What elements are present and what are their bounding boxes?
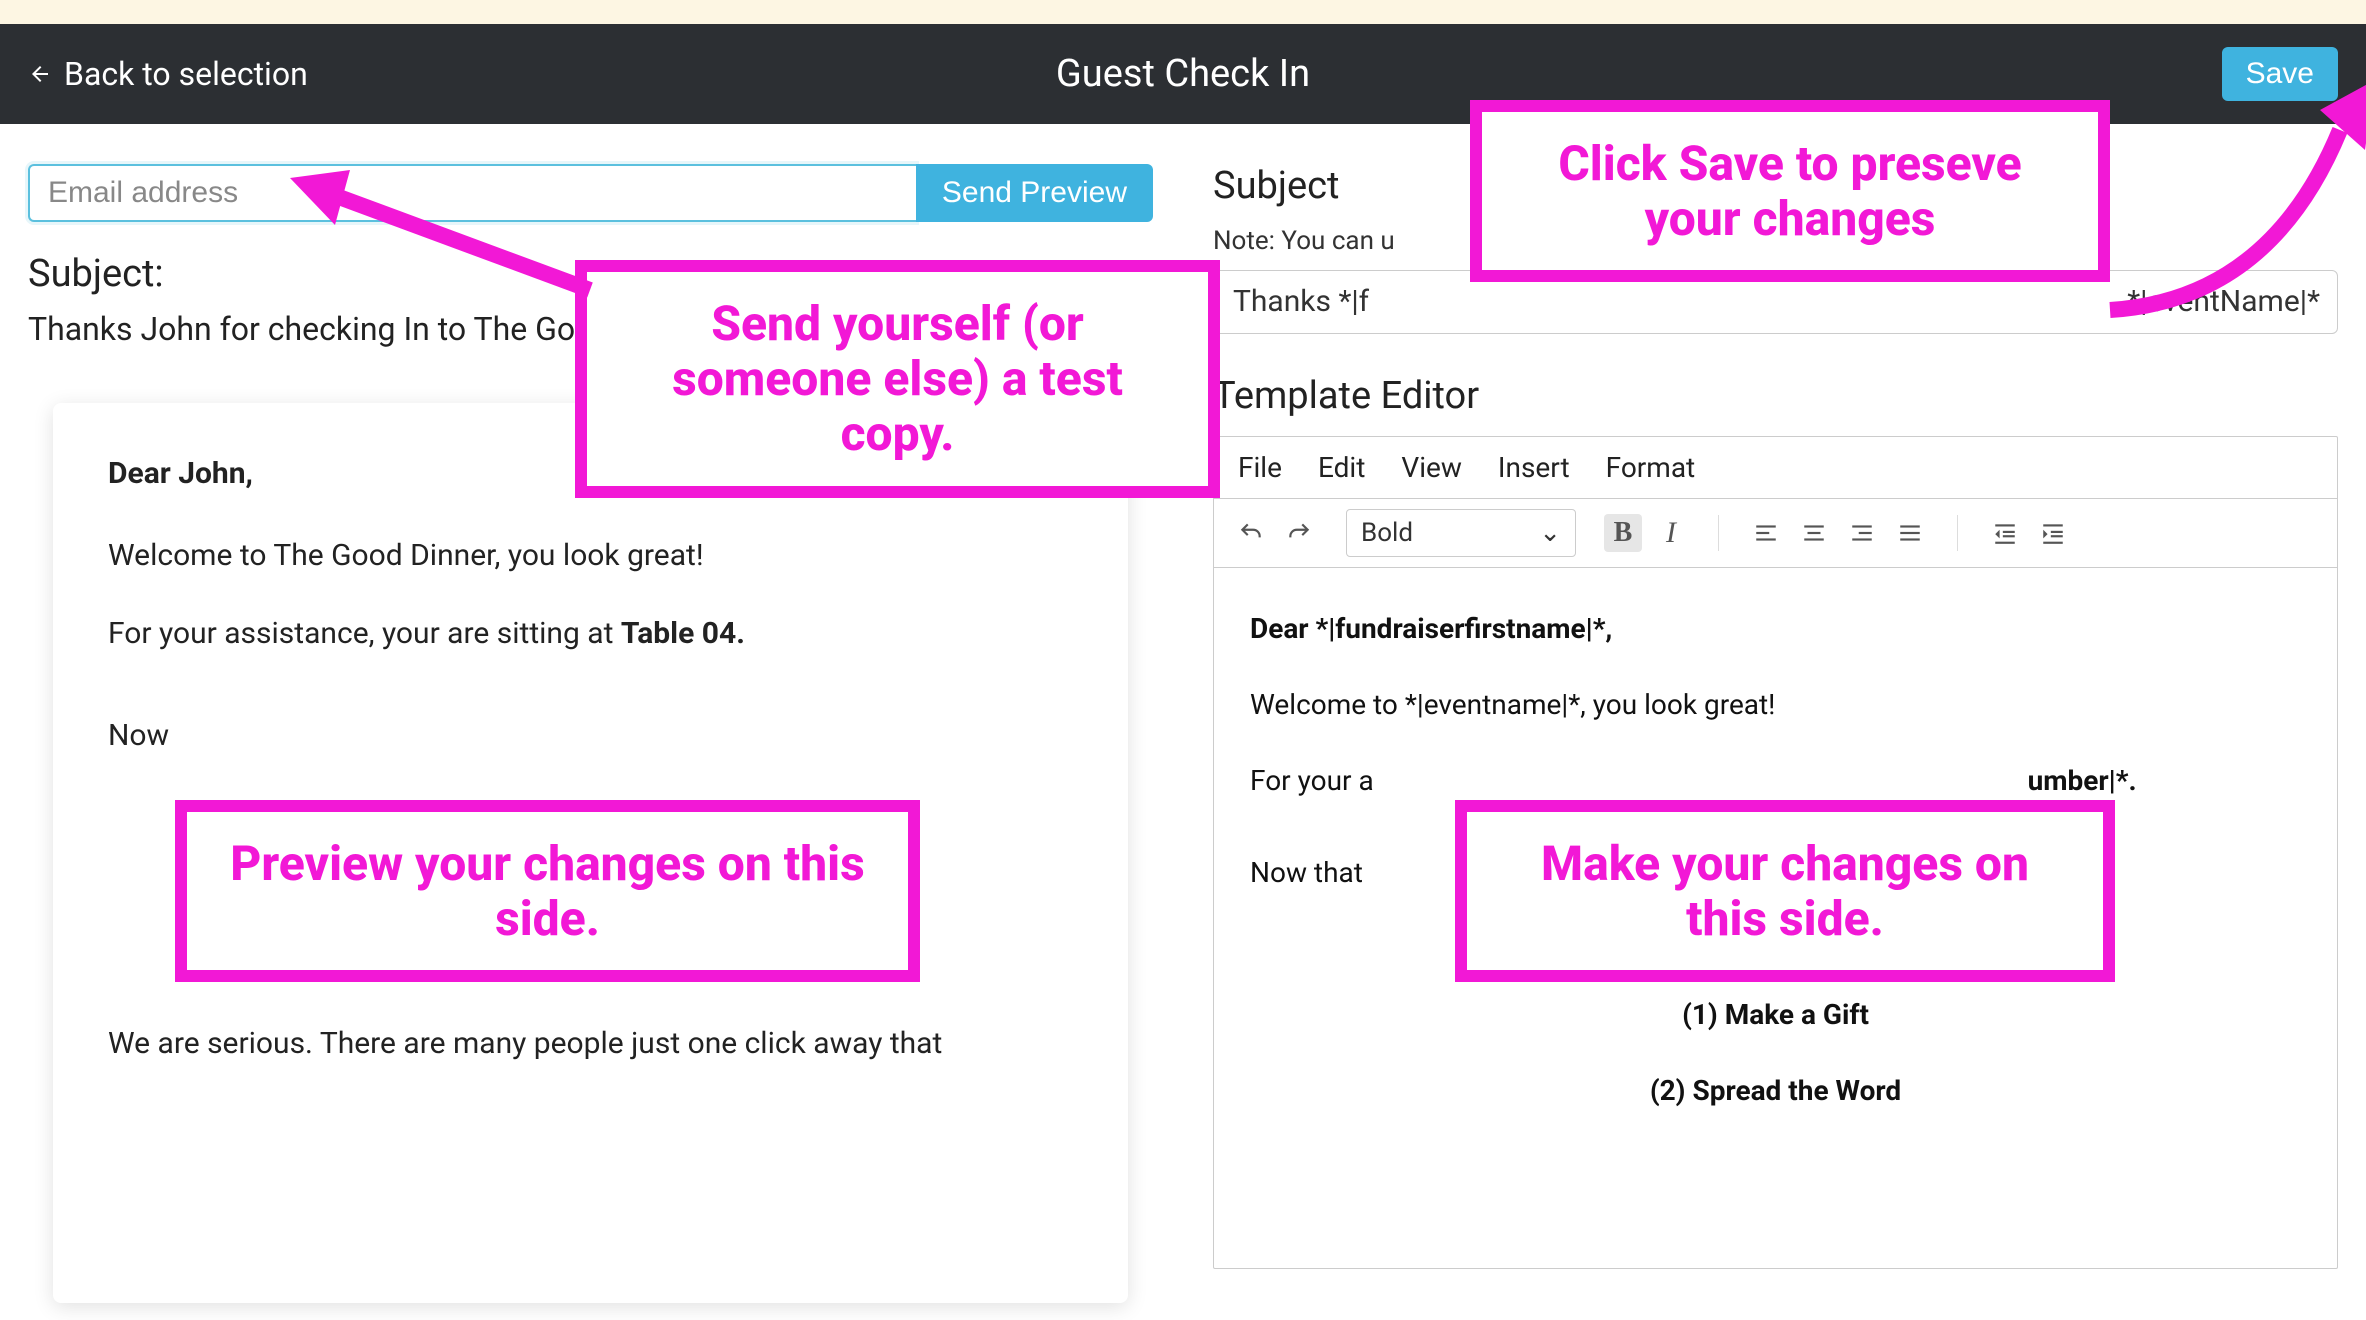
preview-line1: Welcome to The Good Dinner, you look gre…	[108, 535, 1073, 577]
subject-input-text-end: *|eventName|*	[2127, 284, 2320, 319]
annotation-save: Click Save to preseve your changes	[1470, 100, 2110, 282]
preview-line3: Now	[108, 715, 1073, 757]
align-justify-button[interactable]	[1891, 514, 1929, 552]
editor-toolbar: Bold ⌄ B I	[1214, 499, 2337, 568]
redo-button[interactable]	[1280, 514, 1318, 552]
editor-line2: For your a umber|*.	[1250, 760, 2301, 802]
send-preview-row: Send Preview	[28, 164, 1153, 222]
align-right-button[interactable]	[1843, 514, 1881, 552]
editor-item1: (1) Make a Gift	[1250, 994, 2301, 1036]
font-style-value: Bold	[1361, 518, 1413, 548]
subject-input-text-start: Thanks *|f	[1233, 284, 1369, 319]
send-preview-button[interactable]: Send Preview	[916, 164, 1153, 222]
annotation-send-preview: Send yourself (or someone else) a test c…	[575, 260, 1220, 498]
outdent-button[interactable]	[1986, 514, 2024, 552]
bold-button[interactable]: B	[1604, 514, 1642, 552]
back-label: Back to selection	[64, 55, 308, 93]
undo-button[interactable]	[1232, 514, 1270, 552]
editor-menu-bar: File Edit View Insert Format	[1214, 437, 2337, 499]
preview-footer: We are serious. There are many people ju…	[108, 1023, 1073, 1065]
editor-line2-pre: For your a	[1250, 764, 1374, 797]
preview-line2: For your assistance, your are sitting at…	[108, 613, 1073, 655]
preview-line2-pre: For your assistance, your are sitting at	[108, 616, 621, 651]
annotation-edit-side: Make your changes on this side.	[1455, 800, 2115, 982]
chevron-down-icon: ⌄	[1539, 518, 1561, 548]
editor-greeting: Dear *|fundraiserfirstname|*,	[1250, 608, 2301, 650]
annotation-preview-side: Preview your changes on this side.	[175, 800, 920, 982]
editor-column: Subject Note: You can u Thanks *|f *|eve…	[1213, 164, 2338, 1320]
menu-insert[interactable]: Insert	[1498, 451, 1570, 484]
back-to-selection-link[interactable]: Back to selection	[28, 55, 308, 93]
editor-item2: (2) Spread the Word	[1250, 1070, 2301, 1112]
toolbar-divider	[1957, 515, 1958, 551]
menu-file[interactable]: File	[1238, 451, 1282, 484]
save-button[interactable]: Save	[2222, 47, 2338, 101]
indent-button[interactable]	[2034, 514, 2072, 552]
template-editor-label: Template Editor	[1213, 374, 2338, 418]
menu-edit[interactable]: Edit	[1318, 451, 1365, 484]
preview-line2-bold: Table 04.	[621, 616, 745, 651]
page-title: Guest Check In	[1056, 52, 1310, 96]
toolbar-divider	[1718, 515, 1719, 551]
italic-button[interactable]: I	[1652, 514, 1690, 552]
align-center-button[interactable]	[1795, 514, 1833, 552]
font-style-select[interactable]: Bold ⌄	[1346, 509, 1576, 557]
arrow-left-icon	[28, 62, 52, 86]
align-left-button[interactable]	[1747, 514, 1785, 552]
notification-strip	[0, 0, 2366, 24]
menu-view[interactable]: View	[1401, 451, 1462, 484]
menu-format[interactable]: Format	[1606, 451, 1696, 484]
editor-line1: Welcome to *|eventname|*, you look great…	[1250, 684, 2301, 726]
editor-line2-post: umber|*.	[2028, 764, 2137, 797]
email-field[interactable]	[28, 164, 916, 222]
